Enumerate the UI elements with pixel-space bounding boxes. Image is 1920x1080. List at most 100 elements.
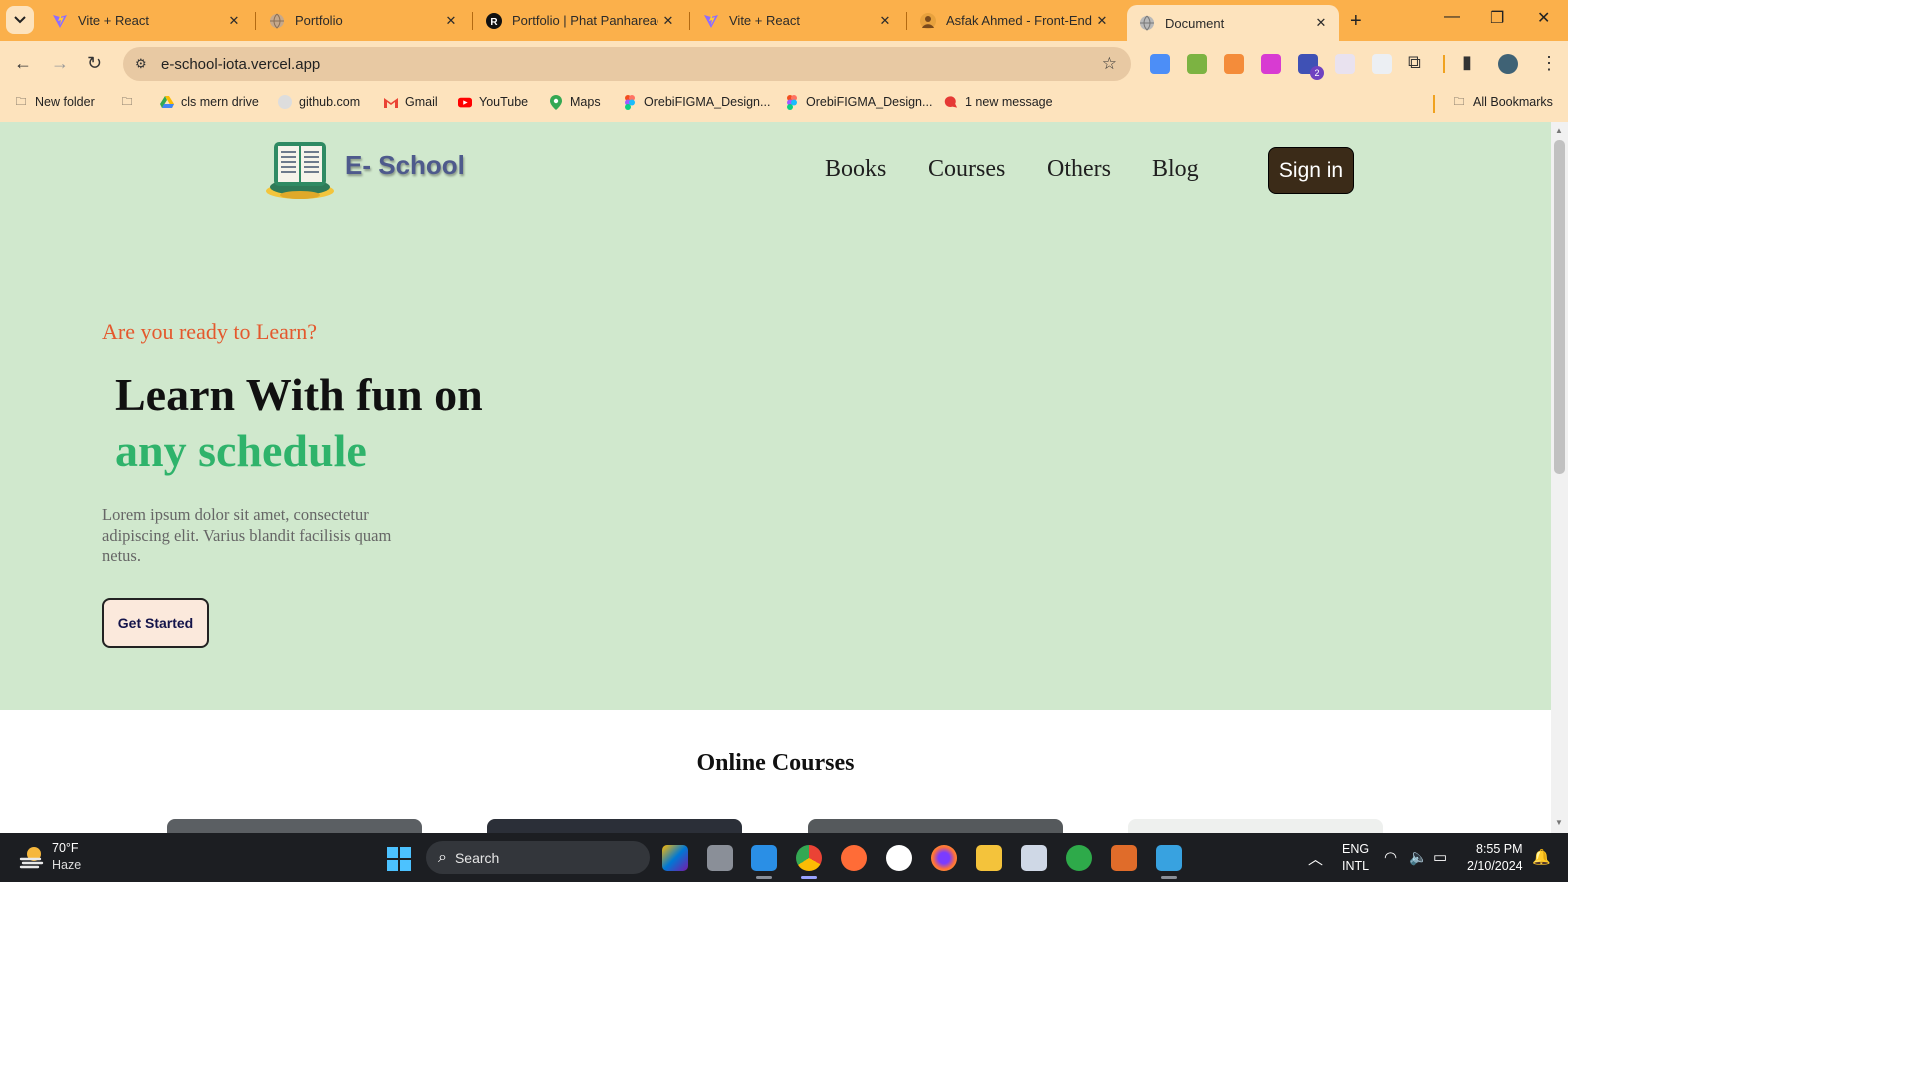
puzzle-icon[interactable]: ⧉ [1408,52,1421,73]
side-panel-icon[interactable]: ▮ [1462,52,1472,73]
bookmark-star-icon[interactable]: ☆ [1102,54,1117,74]
page-scrollbar[interactable]: ▲ ▼ [1551,122,1568,833]
notification-bell-icon[interactable]: 🔔 [1532,848,1551,866]
bookmark-item[interactable]: 🗀 New folder [14,95,95,109]
drive-icon [160,95,174,109]
all-bookmarks[interactable]: 🗀 All Bookmarks [1452,95,1553,109]
windows-start-icon[interactable] [387,847,411,871]
bookmark-item[interactable]: YouTube [458,95,528,109]
bookmark-item[interactable]: cls mern drive [160,95,259,109]
bookmark-label: cls mern drive [181,95,259,109]
globe-icon [1139,15,1155,31]
close-icon[interactable]: ✕ [658,13,678,29]
browser-tab[interactable]: Asfak Ahmed - Front-End V ✕ [908,0,1120,41]
get-started-button[interactable]: Get Started [102,598,209,648]
browser-tab[interactable]: R Portfolio | Phat Panhareach ✕ [474,0,686,41]
wifi-icon[interactable]: ◠ [1384,848,1397,866]
profile-avatar[interactable] [1498,54,1518,74]
nav-link-others[interactable]: Others [1047,156,1111,183]
vscode-icon[interactable] [751,845,777,871]
postman-icon[interactable] [841,845,867,871]
weather-condition[interactable]: Haze [52,858,81,872]
course-card-image[interactable] [167,819,422,833]
keyboard-layout-indicator[interactable]: INTL [1342,859,1369,873]
course-card-image[interactable] [487,819,742,833]
shapes-extension-icon[interactable]: 2 [1298,54,1324,80]
notepad-icon[interactable] [1156,845,1182,871]
maps-icon [549,94,563,110]
close-icon[interactable]: ✕ [875,13,895,29]
scroll-down-icon[interactable]: ▼ [1555,818,1563,827]
download-extension-icon[interactable] [1150,54,1170,74]
course-card-image[interactable] [808,819,1063,833]
color-picker-extension-icon[interactable] [1224,54,1244,74]
volume-icon[interactable]: 🔈 [1409,848,1428,866]
window-close-icon[interactable]: ✕ [1537,8,1550,28]
nav-link-blog[interactable]: Blog [1152,156,1199,183]
tab-separator [689,12,690,30]
browser-app-icon[interactable] [1066,845,1092,871]
task-view-icon[interactable] [707,845,733,871]
haze-weather-icon[interactable] [18,843,46,871]
chrome-icon[interactable] [796,845,822,871]
windows-taskbar: 70°F Haze ⌕ Search ︿ ENG INTL ◠ 🔈 ▭ 8:55… [0,833,1568,882]
brand-name[interactable]: E- School [345,150,465,181]
course-card-image[interactable] [1128,819,1383,833]
bookmark-item[interactable]: Maps [549,94,601,110]
clock-time[interactable]: 8:55 PM [1476,842,1523,856]
back-icon[interactable]: ← [14,53,32,74]
address-bar[interactable]: ⚙ e-school-iota.vercel.app ☆ [123,47,1131,81]
page-viewport: E- School Books Courses Others Blog Sign… [0,122,1551,833]
firefox-icon[interactable] [931,845,957,871]
tab-search-button[interactable] [6,6,34,34]
restore-icon[interactable]: ❐ [1490,8,1504,28]
browser-tab-active[interactable]: Document ✕ [1127,5,1339,41]
bookmark-divider [1433,95,1435,113]
bookmark-item[interactable]: 🗀 [120,95,141,109]
bookmark-item[interactable]: Gmail [384,95,438,109]
language-indicator[interactable]: ENG [1342,842,1369,856]
browser-tab[interactable]: Portfolio ✕ [257,0,469,41]
tab-title: Vite + React [729,13,800,28]
bookmark-item[interactable]: 1 new message [944,95,1053,109]
new-tab-button[interactable]: + [1350,10,1362,33]
bookmark-item[interactable]: OrebiFIGMA_Design... [623,94,770,110]
browser-tab[interactable]: Vite + React ✕ [40,0,252,41]
photos-icon[interactable] [1021,845,1047,871]
clock-date[interactable]: 2/10/2024 [1467,859,1523,873]
url-text[interactable]: e-school-iota.vercel.app [161,56,320,73]
copilot-icon[interactable] [662,845,688,871]
close-icon[interactable]: ✕ [224,13,244,29]
minimize-icon[interactable]: — [1444,8,1460,26]
taskbar-search[interactable]: ⌕ Search [426,841,650,874]
sign-in-button[interactable]: Sign in [1268,147,1354,194]
extension-icon[interactable] [1335,54,1355,74]
close-icon[interactable]: ✕ [441,13,461,29]
extension-icon[interactable] [1187,54,1207,74]
mongodb-compass-icon[interactable] [886,845,912,871]
more-menu-icon[interactable]: ⋮ [1540,53,1558,74]
reload-icon[interactable]: ↻ [87,53,102,74]
bookmark-label: OrebiFIGMA_Design... [806,95,933,109]
browser-tab[interactable]: Vite + React ✕ [691,0,903,41]
scroll-thumb[interactable] [1554,140,1565,474]
site-info-icon[interactable]: ⚙ [135,56,151,72]
running-indicator [801,876,817,879]
tab-title: Document [1165,15,1225,31]
close-icon[interactable]: ✕ [1311,15,1331,31]
bookmark-item[interactable]: github.com [278,95,360,109]
close-icon[interactable]: ✕ [1092,13,1112,29]
tray-overflow-chevron-icon[interactable]: ︿ [1308,848,1323,869]
weather-temperature[interactable]: 70°F [52,841,79,855]
extension-icon[interactable] [1372,54,1392,74]
battery-icon[interactable]: ▭ [1433,848,1447,866]
open-book-logo-icon[interactable] [264,136,336,200]
forward-icon[interactable]: → [51,53,69,74]
color-wheel-extension-icon[interactable] [1261,54,1281,74]
nav-link-books[interactable]: Books [825,156,886,183]
bookmark-item[interactable]: OrebiFIGMA_Design... [785,94,933,110]
scroll-up-icon[interactable]: ▲ [1555,126,1563,135]
app-icon[interactable] [1111,845,1137,871]
nav-link-courses[interactable]: Courses [928,156,1005,183]
file-explorer-icon[interactable] [976,845,1002,871]
